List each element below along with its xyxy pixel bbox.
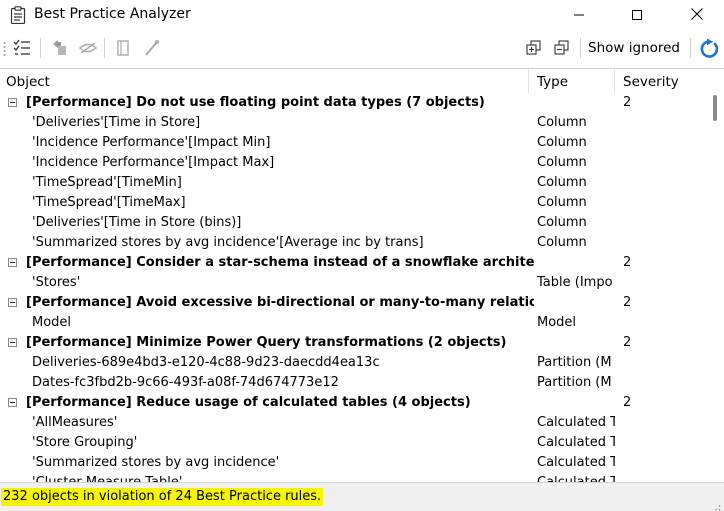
collapse-toggle-icon[interactable]	[8, 98, 17, 107]
cell-type: Column	[537, 115, 587, 130]
violation-row[interactable]: 'Stores' Table (Impo	[0, 273, 706, 293]
cell-object: 'Incidence Performance'[Impact Max]	[32, 155, 275, 170]
violation-row[interactable]: Dates-fc3fbd2b-9c66-493f-a08f-74d674773e…	[0, 373, 706, 393]
best-practice-analyzer-window: Best Practice Analyzer Show ignored Obje…	[0, 0, 724, 511]
violation-row[interactable]: 'Summarized stores by avg incidence' Calc…	[0, 453, 706, 473]
cell-object: 'Stores'	[32, 275, 81, 290]
violation-row[interactable]: Model Model	[0, 313, 706, 333]
violation-row[interactable]: 'Deliveries'[Time in Store] Column	[0, 113, 706, 133]
rule-group-row[interactable]: [Performance] Avoid excessive bi-directi…	[0, 293, 706, 313]
minimize-button[interactable]	[556, 0, 602, 30]
cell-type: Calculated T	[537, 455, 615, 470]
toolbar-separator	[40, 38, 41, 58]
cell-severity: 2	[623, 95, 632, 110]
rule-group-row[interactable]: [Performance] Consider a star-schema ins…	[0, 253, 706, 273]
cell-object: [Performance] Consider a star-schema ins…	[26, 255, 534, 270]
collapse-toggle-icon[interactable]	[8, 398, 17, 407]
status-bar: 232 objects in violation of 24 Best Prac…	[0, 482, 724, 511]
cell-type: Partition (M	[537, 355, 612, 370]
show-ignored-toggle[interactable]: Show ignored	[588, 40, 680, 56]
maximize-button[interactable]	[614, 0, 660, 30]
cell-object: 'Deliveries'[Time in Store (bins)]	[32, 215, 242, 230]
title-bar: Best Practice Analyzer	[0, 0, 724, 30]
cell-type: Table (Impo	[537, 275, 613, 290]
cell-object: 'Summarized stores by avg incidence'	[32, 455, 280, 470]
refresh-icon[interactable]	[698, 38, 719, 58]
cell-type: Column	[537, 155, 587, 170]
violation-row[interactable]: 'Store Grouping' Calculated T	[0, 433, 706, 453]
violation-row[interactable]: 'Incidence Performance'[Impact Max] Colum…	[0, 153, 706, 173]
minimize-icon	[573, 6, 585, 25]
collapse-all-icon[interactable]	[552, 38, 572, 58]
toolbar-grip[interactable]	[3, 41, 6, 57]
cell-object: [Performance] Avoid excessive bi-directi…	[26, 295, 534, 310]
cell-object: 'Store Grouping'	[32, 435, 138, 450]
cell-object: Deliveries-689e4bd3-e120-4c88-9d23-daecd…	[32, 355, 380, 370]
cell-type: Calculated T	[537, 435, 615, 450]
clipboard-icon	[10, 6, 26, 25]
cell-type: Column	[537, 235, 587, 250]
ignore-icon[interactable]	[78, 38, 98, 58]
cell-object: Model	[32, 315, 72, 330]
vertical-scrollbar[interactable]	[706, 93, 724, 483]
cell-object: [Performance] Minimize Power Query trans…	[26, 335, 507, 350]
collapse-toggle-icon[interactable]	[8, 258, 17, 267]
violation-row[interactable]: Deliveries-689e4bd3-e120-4c88-9d23-daecd…	[0, 353, 706, 373]
cell-object: [Performance] Do not use floating point …	[26, 95, 485, 110]
column-header-severity[interactable]: Severity	[615, 69, 705, 93]
close-icon	[690, 6, 704, 25]
close-button[interactable]	[674, 0, 720, 30]
go-to-object-icon[interactable]	[50, 38, 70, 58]
scrollbar-thumb[interactable]	[713, 95, 717, 121]
violation-row[interactable]: 'AllMeasures' Calculated T	[0, 413, 706, 433]
cell-severity: 2	[623, 395, 632, 410]
maximize-icon	[631, 6, 643, 25]
violation-row[interactable]: 'Deliveries'[Time in Store (bins)] Column	[0, 213, 706, 233]
cell-object: 'Deliveries'[Time in Store]	[32, 115, 201, 130]
rule-group-row[interactable]: [Performance] Minimize Power Query trans…	[0, 333, 706, 353]
checklist-icon[interactable]	[12, 38, 32, 58]
cell-object: 'Incidence Performance'[Impact Min]	[32, 135, 271, 150]
toolbar: Show ignored	[0, 32, 724, 64]
expand-all-icon[interactable]	[524, 38, 544, 58]
cell-type: Column	[537, 175, 587, 190]
violation-row[interactable]: 'TimeSpread'[TimeMin] Column	[0, 173, 706, 193]
cell-type: Column	[537, 135, 587, 150]
violations-tree-grid[interactable]: Object Type Severity [Performance] Do no…	[0, 68, 724, 483]
collapse-toggle-icon[interactable]	[8, 338, 17, 347]
cell-object: 'Summarized stores by avg incidence'[Ave…	[32, 235, 424, 250]
generate-fix-icon[interactable]	[114, 38, 134, 58]
cell-severity: 2	[623, 295, 632, 310]
cell-severity: 2	[623, 255, 632, 270]
toolbar-separator	[104, 38, 105, 58]
violation-row[interactable]: 'TimeSpread'[TimeMax] Column	[0, 193, 706, 213]
apply-fix-icon[interactable]	[142, 38, 162, 58]
cell-object: Dates-fc3fbd2b-9c66-493f-a08f-74d674773e…	[32, 375, 339, 390]
column-header-type[interactable]: Type	[529, 69, 615, 93]
resize-grip-icon[interactable]	[711, 499, 721, 511]
toolbar-separator	[690, 38, 691, 58]
toolbar-separator	[580, 38, 581, 58]
cell-type: Column	[537, 215, 587, 230]
status-message: 232 objects in violation of 24 Best Prac…	[1, 488, 324, 506]
violation-row[interactable]: 'Summarized stores by avg incidence'[Ave…	[0, 233, 706, 253]
cell-type: Model	[537, 315, 577, 330]
cell-object: [Performance] Reduce usage of calculated…	[26, 395, 471, 410]
collapse-toggle-icon[interactable]	[8, 298, 17, 307]
cell-severity: 2	[623, 335, 632, 350]
cell-type: Partition (M	[537, 375, 612, 390]
rule-group-row[interactable]: [Performance] Reduce usage of calculated…	[0, 393, 706, 413]
cell-type: Column	[537, 195, 587, 210]
grid-rows: [Performance] Do not use floating point …	[0, 93, 706, 483]
column-header-object[interactable]: Object	[0, 69, 529, 93]
window-title: Best Practice Analyzer	[34, 6, 191, 22]
violation-row[interactable]: 'Incidence Performance'[Impact Min] Colum…	[0, 133, 706, 153]
cell-type: Calculated T	[537, 415, 615, 430]
cell-object: 'TimeSpread'[TimeMax]	[32, 195, 186, 210]
cell-object: 'TimeSpread'[TimeMin]	[32, 175, 182, 190]
rule-group-row[interactable]: [Performance] Do not use floating point …	[0, 93, 706, 113]
cell-object: 'AllMeasures'	[32, 415, 118, 430]
